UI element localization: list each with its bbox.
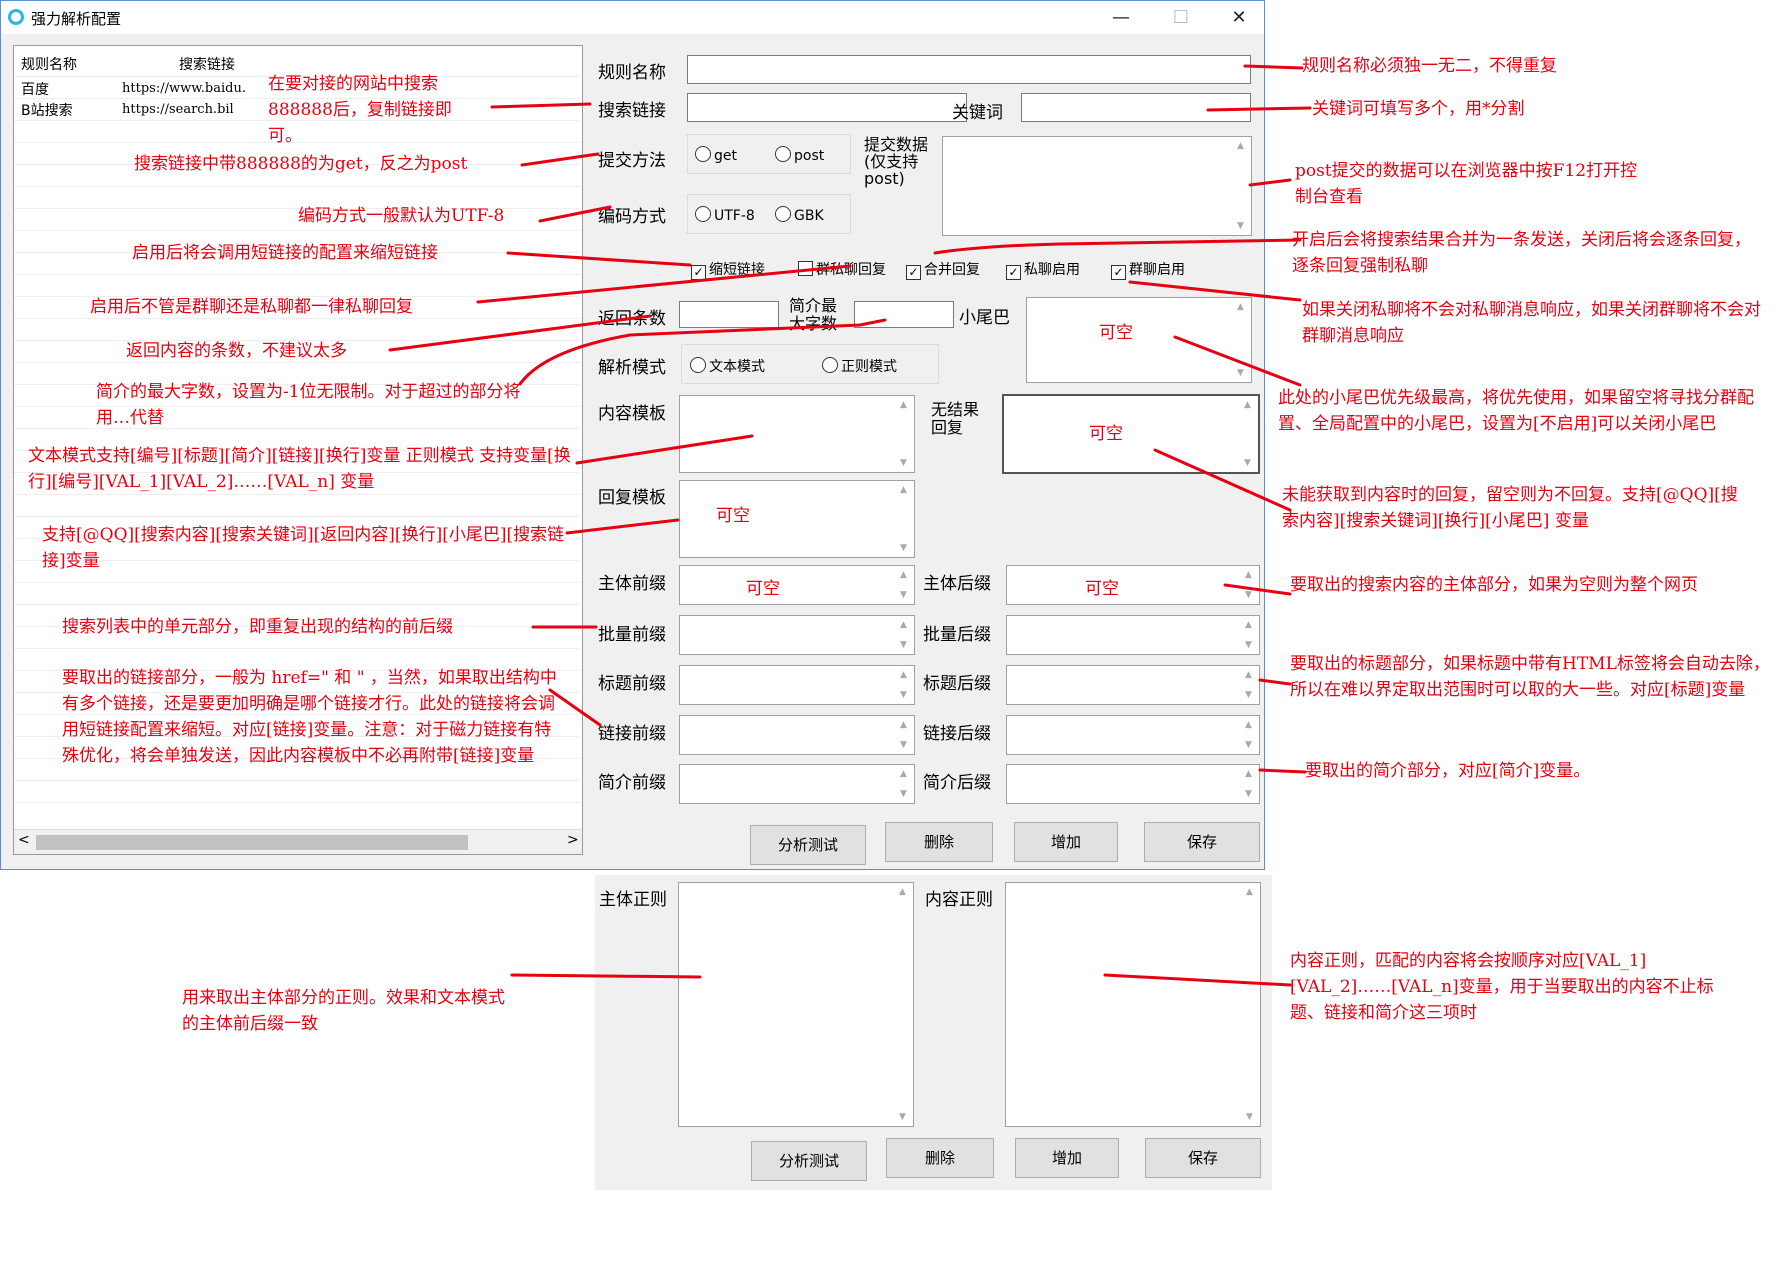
annotation-content-regex: 内容正则，匹配的内容将会按顺序对应[VAL_1][VAL_2]……[VAL_n]… (1290, 951, 1714, 1023)
annotation-reply-template: 支持[@QQ][搜索内容][搜索关键词][返回内容][换行][小尾巴][搜索链接… (42, 525, 565, 571)
annotation-enable-toggles: 如果关闭私聊将不会对私聊消息响应，如果关闭群聊将不会对群聊消息响应 (1302, 300, 1761, 346)
annotation-search-link: 在要对接的网站中搜索888888后，复制链接即可。 (268, 74, 452, 146)
annotation-tail: 此处的小尾巴优先级最高，将优先使用，如果留空将寻找分群配置、全局配置中的小尾巴，… (1278, 388, 1754, 434)
annotation-keyword: 关键词可填写多个，用*分割 (1312, 99, 1525, 119)
annotation-summary-prefix: 要取出的简介部分，对应[简介]变量。 (1305, 761, 1591, 781)
annotation-encoding: 编码方式一般默认为UTF-8 (298, 206, 505, 226)
annotation-body-prefix: 要取出的搜索内容的主体部分，如果为空则为整个网页 (1290, 575, 1698, 595)
annotation-summary-max: 简介的最大字数，设置为-1位无限制。对于超过的部分将用…代替 (96, 382, 521, 428)
annotation-private-reply: 启用后不管是群聊还是私聊都一律私聊回复 (90, 297, 413, 317)
annotation-submit-data: post提交的数据可以在浏览器中按F12打开控制台查看 (1295, 161, 1638, 207)
annotation-batch-prefix: 搜索列表中的单元部分，即重复出现的结构的前后缀 (62, 617, 453, 637)
annotation-merge-reply: 开启后会将搜索结果合并为一条发送，关闭后将会逐条回复，逐条回复强制私聊 (1292, 230, 1751, 276)
annotation-shorten-link: 启用后将会调用短链接的配置来缩短链接 (132, 243, 438, 263)
annotation-title-prefix: 要取出的标题部分，如果标题中带有HTML标签将会自动去除，所以在难以界定取出范围… (1290, 654, 1770, 700)
annotation-return-count: 返回内容的条数，不建议太多 (126, 341, 347, 361)
annotation-rule-name: 规则名称必须独一无二，不得重复 (1302, 56, 1557, 76)
annotation-link-prefix: 要取出的链接部分，一般为 href=" 和 " ，当然，如果取出结构中有多个链接… (62, 668, 557, 766)
annotation-no-result: 未能获取到内容时的回复，留空则为不回复。支持[@QQ][搜索内容][搜索关键词]… (1282, 485, 1738, 531)
annotation-content-template: 文本模式支持[编号][标题][简介][链接][换行]变量 正则模式 支持变量[换… (28, 446, 571, 492)
annotation-body-regex: 用来取出主体部分的正则。效果和文本模式的主体前后缀一致 (182, 988, 505, 1034)
annotation-submit-method: 搜索链接中带888888的为get，反之为post (134, 154, 468, 174)
